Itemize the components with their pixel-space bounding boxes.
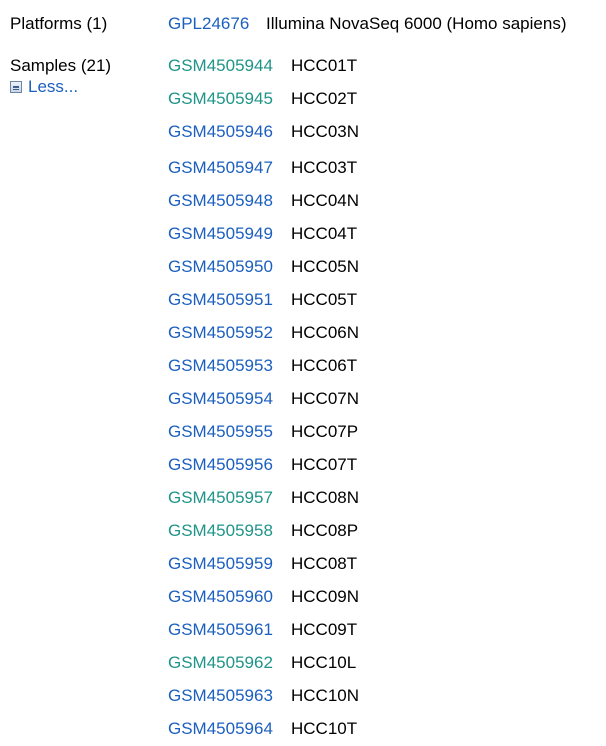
sample-row: GSM4505959 HCC08T [0, 552, 606, 576]
sample-title: HCC08T [291, 554, 358, 573]
sample-row: GSM4505964 HCC10T [0, 717, 606, 741]
sample-accession-link[interactable]: GSM4505956 [168, 453, 273, 477]
sample-accession-link[interactable]: GSM4505958 [168, 519, 273, 543]
sample-title: HCC06N [291, 323, 360, 342]
sample-title: HCC03N [291, 122, 360, 141]
sample-accession-link[interactable]: GSM4505961 [168, 618, 273, 642]
sample-accession-link[interactable]: GSM4505957 [168, 486, 273, 510]
sample-row: GSM4505953 HCC06T [0, 354, 606, 378]
sample-accession-link[interactable]: GSM4505955 [168, 420, 273, 444]
sample-accession-link[interactable]: GSM4505962 [168, 651, 273, 675]
sample-row: GSM4505958 HCC08P [0, 519, 606, 543]
sample-row: GSM4505945 HCC02T [0, 87, 606, 111]
sample-row: GSM4505960 HCC09N [0, 585, 606, 609]
sample-accession-link[interactable]: GSM4505946 [168, 120, 273, 144]
platform-accession-link[interactable]: GPL24676 [168, 12, 249, 36]
sample-accession-link[interactable]: GSM4505964 [168, 717, 273, 741]
sample-title: HCC05N [291, 257, 360, 276]
sample-accession-link[interactable]: GSM4505951 [168, 288, 273, 312]
sample-row: GSM4505944 HCC01T [0, 54, 606, 78]
sample-row: GSM4505950 HCC05N [0, 255, 606, 279]
platforms-row: Platforms (1) GPL24676 Illumina NovaSeq … [0, 12, 606, 36]
sample-row: GSM4505962 HCC10L [0, 651, 606, 675]
sample-title: HCC10T [291, 719, 358, 738]
sample-row: GSM4505955 HCC07P [0, 420, 606, 444]
sample-title: HCC04N [291, 191, 360, 210]
sample-title: HCC10L [291, 653, 357, 672]
sample-title: HCC09N [291, 587, 360, 606]
sample-title: HCC08P [291, 521, 359, 540]
sample-accession-link[interactable]: GSM4505945 [168, 87, 273, 111]
sample-title: HCC01T [291, 56, 358, 75]
sample-row: GSM4505951 HCC05T [0, 288, 606, 312]
sample-title: HCC06T [291, 356, 358, 375]
sample-accession-link[interactable]: GSM4505944 [168, 54, 273, 78]
sample-row: GSM4505961 HCC09T [0, 618, 606, 642]
sample-title: HCC10N [291, 686, 360, 705]
sample-accession-link[interactable]: GSM4505952 [168, 321, 273, 345]
sample-row: GSM4505952 HCC06N [0, 321, 606, 345]
sample-row: GSM4505947 HCC03T [0, 156, 606, 180]
sample-accession-link[interactable]: GSM4505948 [168, 189, 273, 213]
sample-row: GSM4505946 HCC03N [0, 120, 606, 144]
sample-title: HCC04T [291, 224, 358, 243]
sample-row: GSM4505963 HCC10N [0, 684, 606, 708]
sample-accession-link[interactable]: GSM4505954 [168, 387, 273, 411]
sample-row: GSM4505954 HCC07N [0, 387, 606, 411]
sample-accession-link[interactable]: GSM4505959 [168, 552, 273, 576]
platform-description: Illumina NovaSeq 6000 (Homo sapiens) [266, 14, 567, 33]
sample-title: HCC07P [291, 422, 359, 441]
sample-title: HCC07N [291, 389, 360, 408]
platforms-label: Platforms (1) [10, 14, 108, 33]
sample-title: HCC08N [291, 488, 360, 507]
sample-title: HCC07T [291, 455, 358, 474]
sample-accession-link[interactable]: GSM4505949 [168, 222, 273, 246]
sample-accession-link[interactable]: GSM4505953 [168, 354, 273, 378]
sample-accession-link[interactable]: GSM4505960 [168, 585, 273, 609]
sample-title: HCC09T [291, 620, 358, 639]
sample-row: GSM4505948 HCC04N [0, 189, 606, 213]
sample-title: HCC05T [291, 290, 358, 309]
sample-accession-link[interactable]: GSM4505963 [168, 684, 273, 708]
sample-title: HCC03T [291, 158, 358, 177]
sample-title: HCC02T [291, 89, 358, 108]
sample-row: GSM4505949 HCC04T [0, 222, 606, 246]
sample-accession-link[interactable]: GSM4505947 [168, 156, 273, 180]
sample-row: GSM4505956 HCC07T [0, 453, 606, 477]
sample-row: GSM4505957 HCC08N [0, 486, 606, 510]
sample-accession-link[interactable]: GSM4505950 [168, 255, 273, 279]
